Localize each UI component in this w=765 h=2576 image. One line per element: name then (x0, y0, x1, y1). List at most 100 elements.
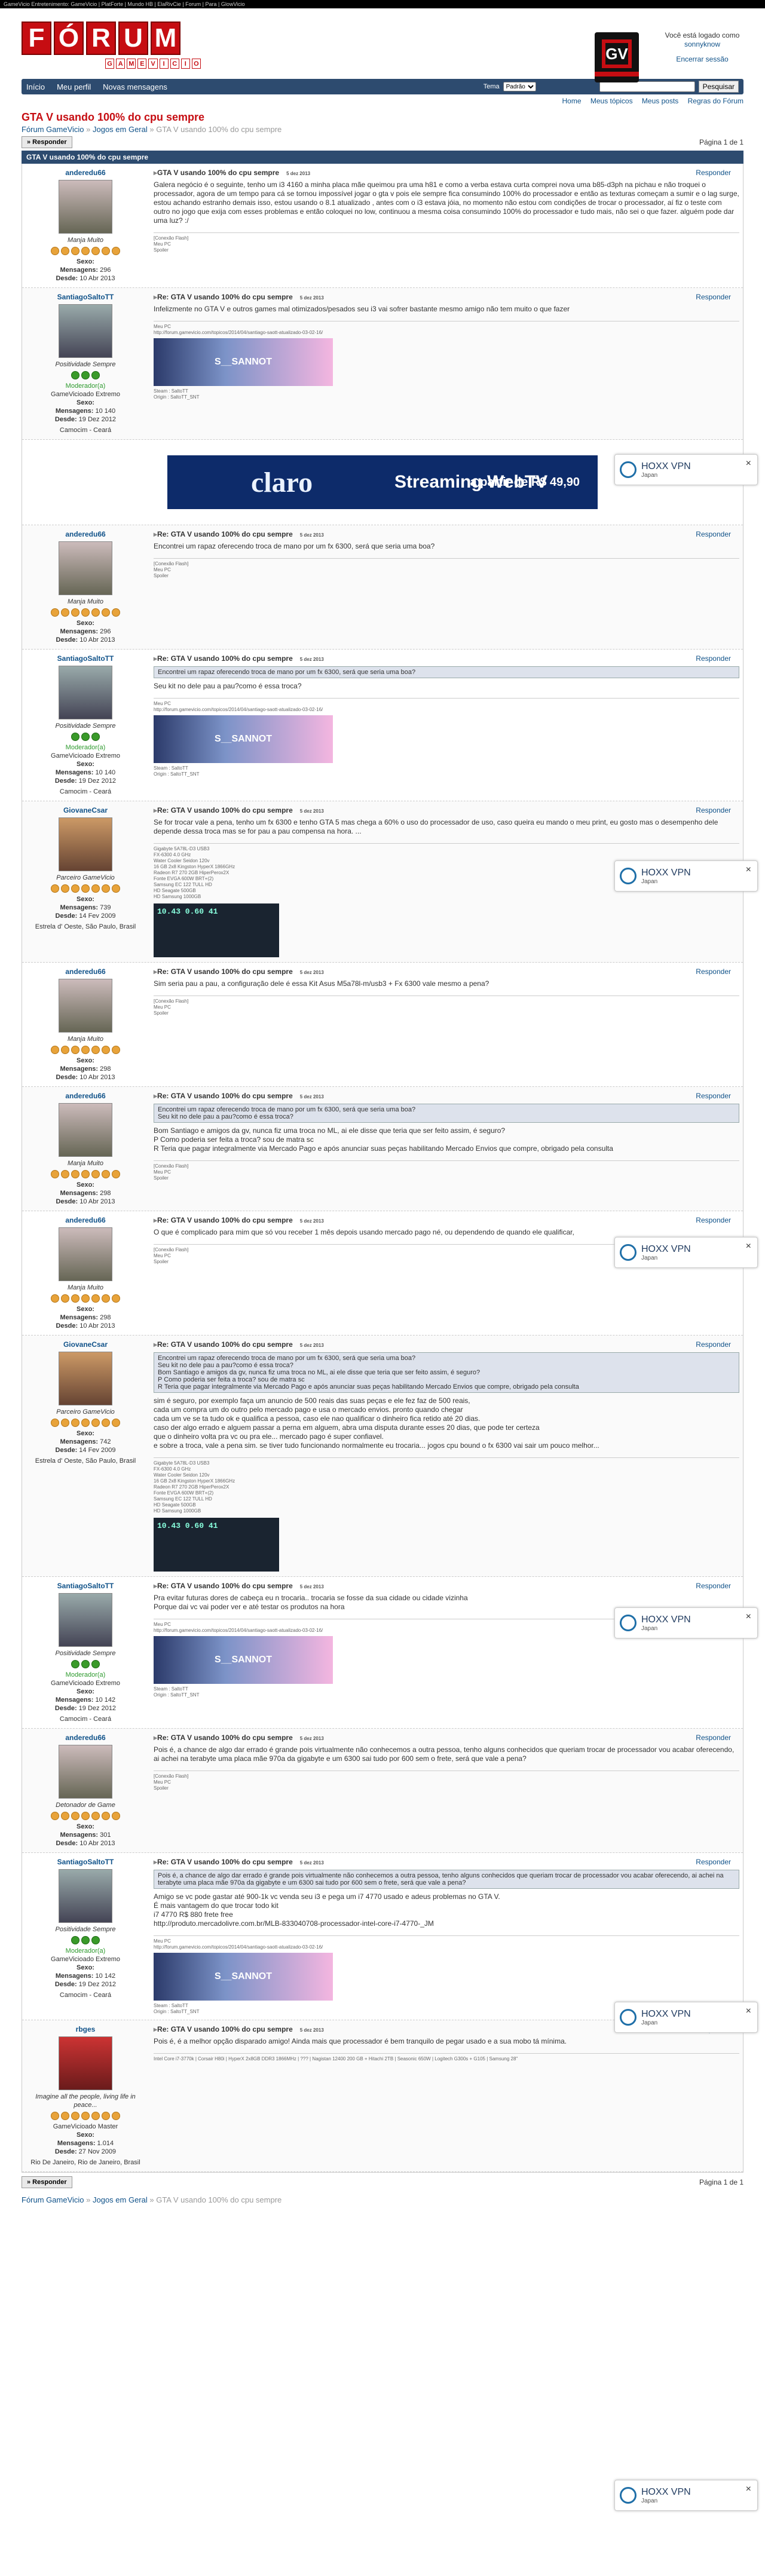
avatar[interactable] (59, 2036, 112, 2090)
nav-new-messages[interactable]: Novas mensagens (103, 82, 167, 91)
author-messages-row: Mensagens: 739 (26, 903, 145, 912)
post: anderedu66 Manja Muito Sexo: Mensagens: 29… (22, 963, 743, 1087)
close-icon[interactable]: × (746, 865, 751, 875)
close-icon[interactable]: × (746, 2006, 751, 2017)
crumb-forum-bottom[interactable]: Fórum GameVicio (22, 2195, 84, 2204)
post-author: SantiagoSaltoTT Positividade Sempre Modera… (26, 1582, 145, 1723)
username-link[interactable]: sonnyknow (657, 40, 747, 49)
breadcrumb-bottom: Fórum GameVicio » Jogos em Geral » GTA V… (22, 2195, 282, 2204)
signature-banner[interactable]: S__SANNOT (154, 1953, 333, 2001)
author-name[interactable]: SantiagoSaltoTT (57, 1582, 114, 1590)
vpn-popup[interactable]: HOXX VPN Japan × (614, 1237, 758, 1268)
post: anderedu66 Manja Muito Sexo: Mensagens: 29… (22, 164, 743, 288)
author-name[interactable]: anderedu66 (65, 967, 105, 976)
close-icon[interactable]: × (746, 458, 751, 469)
reply-topic-button-bottom[interactable]: » Responder (22, 2176, 72, 2188)
author-name[interactable]: GiovaneCsar (63, 1340, 108, 1349)
avatar[interactable] (59, 1593, 112, 1647)
reply-link[interactable]: Responder (696, 169, 731, 177)
avatar[interactable] (59, 1227, 112, 1281)
gamevicio-logo[interactable]: GV (595, 32, 639, 82)
signature-banner[interactable]: S__SANNOT (154, 338, 333, 386)
reply-link[interactable]: Responder (696, 293, 731, 301)
vpn-popup[interactable]: HOXX VPN Japan × (614, 2002, 758, 2033)
vpn-subtitle: Japan (641, 2019, 658, 2026)
subnav-rules[interactable]: Regras do Fórum (688, 97, 743, 105)
star-icon (112, 608, 120, 617)
vpn-icon (620, 1615, 637, 1631)
author-name[interactable]: anderedu66 (65, 530, 105, 538)
nav-home[interactable]: Início (26, 82, 45, 91)
star-icon (102, 247, 110, 255)
post-title-text: Re: GTA V usando 100% do cpu sempre (157, 530, 293, 538)
forum-logo[interactable]: FÓRUM GAMEVICIO (22, 22, 201, 81)
reply-topic-button[interactable]: » Responder (22, 136, 72, 148)
avatar[interactable] (59, 1745, 112, 1799)
author-since-row: Desde: 19 Dez 2012 (26, 777, 145, 785)
star-icon (71, 1936, 79, 1944)
star-icon (91, 2112, 100, 2120)
close-icon[interactable]: × (746, 1241, 751, 1252)
avatar[interactable] (59, 1352, 112, 1405)
vpn-popup[interactable]: HOXX VPN Japan × (614, 2480, 758, 2511)
reply-link[interactable]: Responder (696, 1340, 731, 1349)
reply-link[interactable]: Responder (696, 1582, 731, 1590)
theme-select[interactable]: Padrão (503, 82, 536, 91)
star-icon (51, 1419, 59, 1427)
author-sex-label: Sexo: (76, 1688, 94, 1695)
star-icon (81, 1046, 90, 1054)
author-since-row: Desde: 14 Fev 2009 (26, 912, 145, 920)
close-icon[interactable]: × (746, 2484, 751, 2495)
author-rank: Detonador de Game (56, 1802, 115, 1809)
subnav-my-topics[interactable]: Meus tópicos (590, 97, 633, 105)
crumb-category-bottom[interactable]: Jogos em Geral (93, 2195, 148, 2204)
reply-link[interactable]: Responder (696, 1092, 731, 1100)
avatar[interactable] (59, 541, 112, 595)
post-title-text: GTA V usando 100% do cpu sempre (157, 169, 280, 177)
reply-link[interactable]: Responder (696, 1216, 731, 1224)
avatar[interactable] (59, 180, 112, 234)
reply-link[interactable]: Responder (696, 530, 731, 538)
vpn-popup[interactable]: HOXX VPN Japan × (614, 1607, 758, 1638)
pagination: Página 1 de 1 (699, 138, 743, 146)
reply-link[interactable]: Responder (696, 1858, 731, 1866)
crumb-forum[interactable]: Fórum GameVicio (22, 125, 84, 134)
author-name[interactable]: rbges (76, 2025, 96, 2033)
signature-banner[interactable]: S__SANNOT (154, 715, 333, 763)
author-name[interactable]: SantiagoSaltoTT (57, 293, 114, 301)
author-rank: Positividade Sempre (55, 1650, 116, 1657)
avatar[interactable] (59, 817, 112, 871)
avatar[interactable] (59, 1103, 112, 1157)
subnav-home[interactable]: Home (562, 97, 582, 105)
vpn-icon (620, 868, 637, 884)
nav-profile[interactable]: Meu perfil (57, 82, 91, 91)
reply-link[interactable]: Responder (696, 1733, 731, 1742)
crumb-category[interactable]: Jogos em Geral (93, 125, 148, 134)
post-date: 5 dez 2013 (299, 1584, 324, 1589)
avatar[interactable] (59, 979, 112, 1033)
logout-link[interactable]: Encerrar sessão (657, 55, 747, 64)
avatar[interactable] (59, 1869, 112, 1923)
author-name[interactable]: anderedu66 (65, 1216, 105, 1224)
search-button[interactable]: Pesquisar (698, 81, 739, 93)
reply-link[interactable]: Responder (696, 967, 731, 976)
author-name[interactable]: anderedu66 (65, 1092, 105, 1100)
avatar[interactable] (59, 666, 112, 719)
author-name[interactable]: SantiagoSaltoTT (57, 654, 114, 663)
reply-link[interactable]: Responder (696, 806, 731, 814)
post-title: Re: GTA V usando 100% do cpu sempre 5 dez… (154, 1216, 739, 1224)
search-input[interactable] (599, 81, 695, 92)
author-name[interactable]: GiovaneCsar (63, 806, 108, 814)
author-group: GameVicioado Extremo (51, 1680, 120, 1687)
vpn-popup[interactable]: HOXX VPN Japan × (614, 454, 758, 485)
advertisement-banner[interactable]: claro Streaming WebTV a partir de R$ 49,90 (167, 455, 598, 509)
author-name[interactable]: anderedu66 (65, 1733, 105, 1742)
close-icon[interactable]: × (746, 1612, 751, 1622)
author-name[interactable]: anderedu66 (65, 169, 105, 177)
subnav-my-posts[interactable]: Meus posts (642, 97, 678, 105)
author-name[interactable]: SantiagoSaltoTT (57, 1858, 114, 1866)
signature-banner[interactable]: S__SANNOT (154, 1636, 333, 1684)
avatar[interactable] (59, 304, 112, 358)
reply-link[interactable]: Responder (696, 654, 731, 663)
vpn-popup[interactable]: HOXX VPN Japan × (614, 860, 758, 892)
